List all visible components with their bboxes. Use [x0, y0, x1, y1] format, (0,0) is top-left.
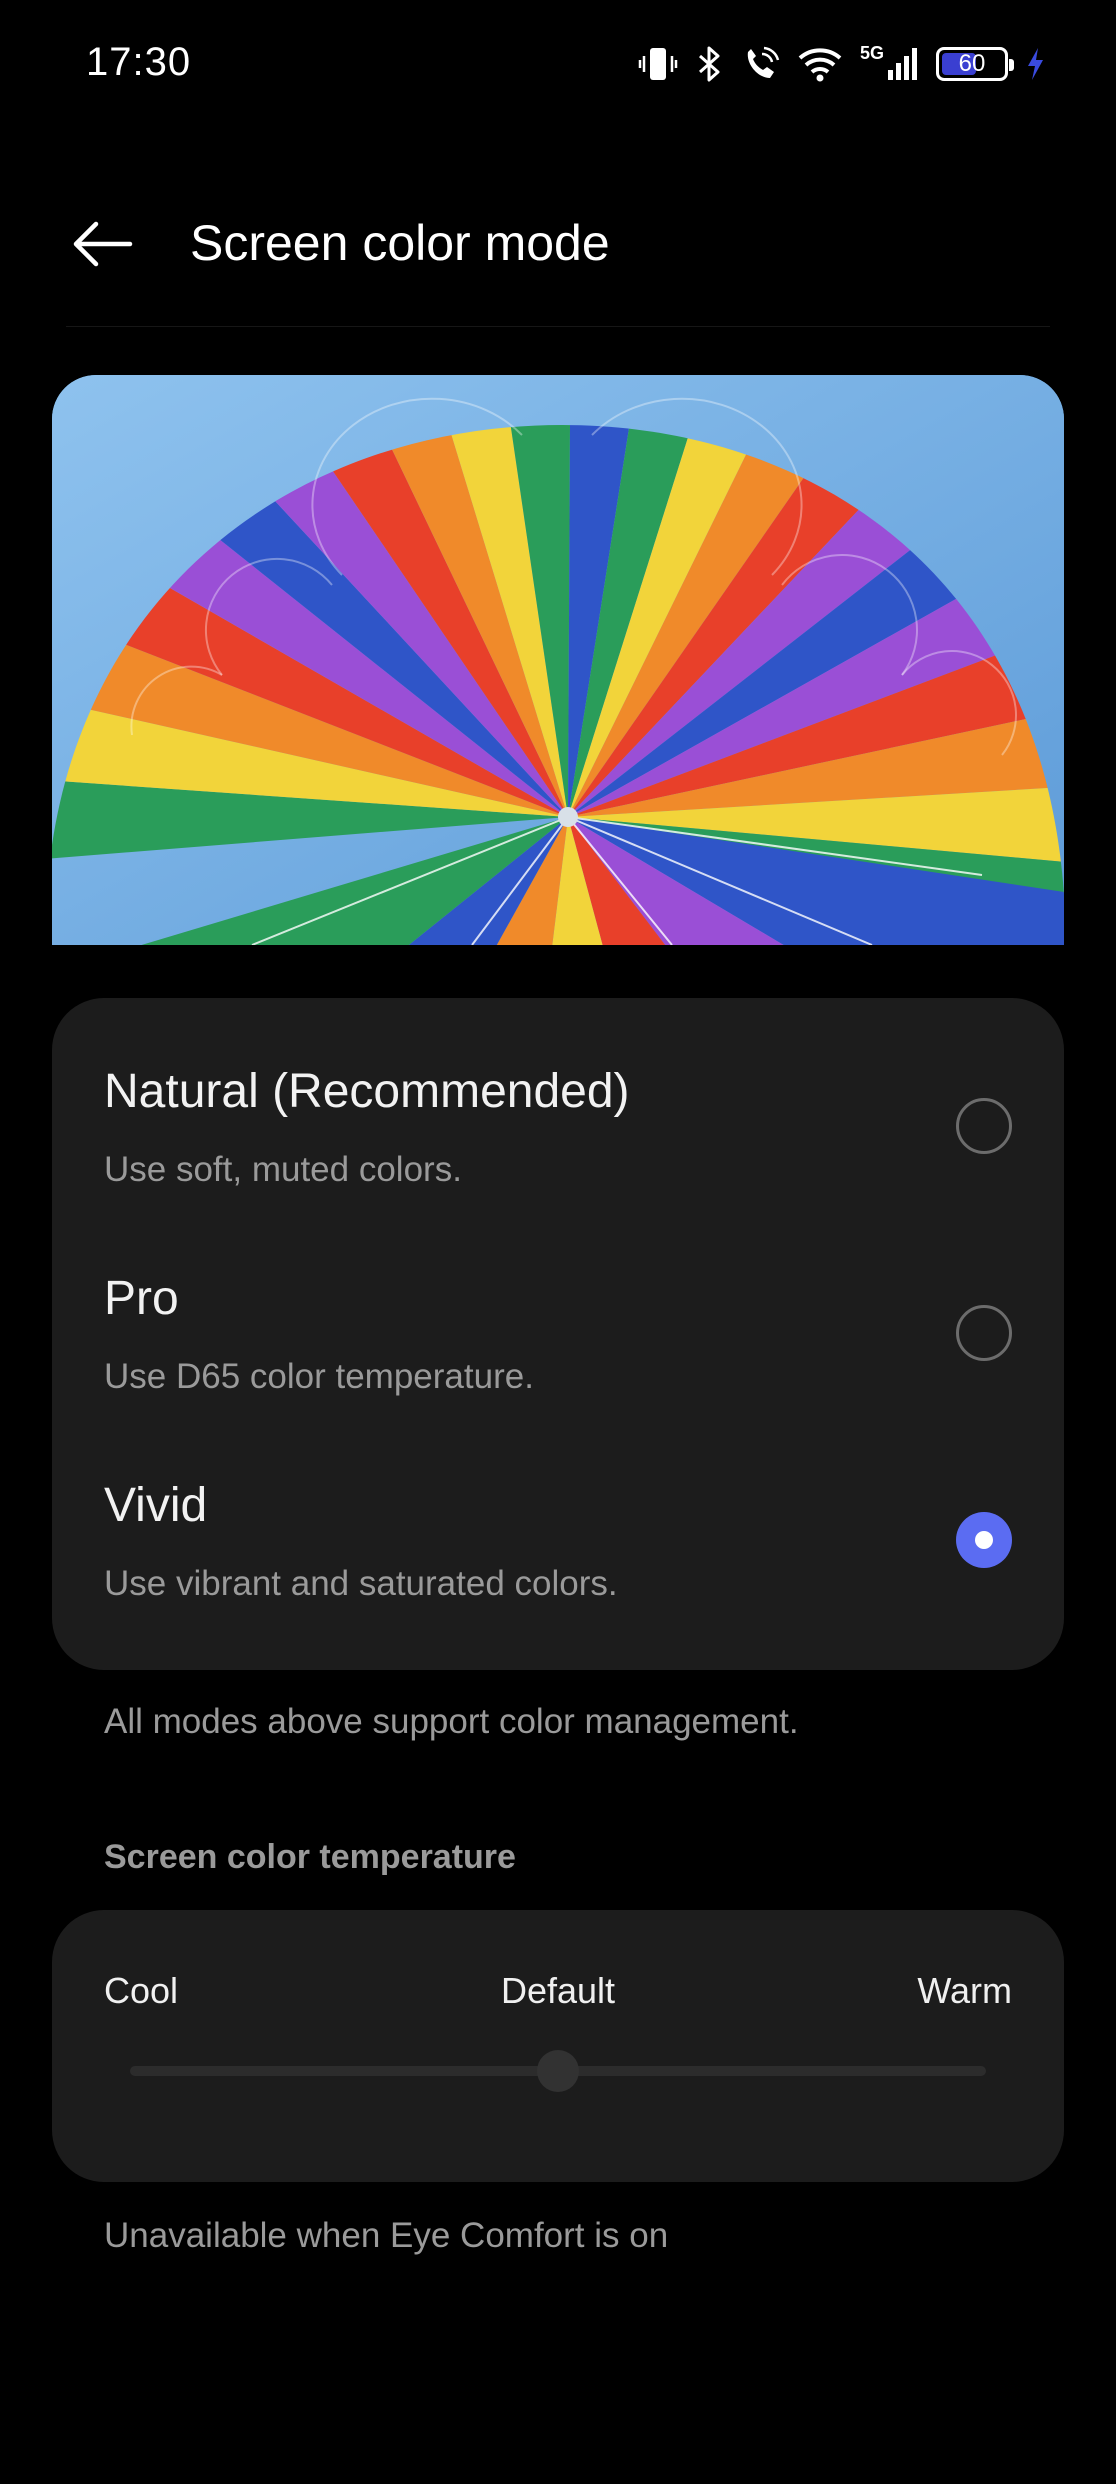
- color-preview-image: [52, 375, 1064, 945]
- mode-description: Use vibrant and saturated colors.: [104, 1564, 618, 1603]
- status-icons: 5G 60: [638, 40, 1046, 88]
- arrow-left-icon: [73, 221, 133, 267]
- radio-button[interactable]: [956, 1305, 1012, 1361]
- header-divider: [66, 326, 1050, 327]
- color-mode-card: Natural (Recommended) Use soft, muted co…: [52, 998, 1064, 1670]
- mode-option-natural[interactable]: Natural (Recommended) Use soft, muted co…: [52, 998, 1064, 1198]
- radio-button[interactable]: [956, 1098, 1012, 1154]
- mode-option-pro[interactable]: Pro Use D65 color temperature.: [52, 1205, 1064, 1405]
- slider-thumb[interactable]: [537, 2050, 579, 2092]
- bluetooth-icon: [698, 46, 720, 82]
- battery-level: 60: [958, 50, 986, 77]
- mode-title: Vivid: [104, 1479, 208, 1532]
- status-bar: 17:30 5G 60: [0, 0, 1116, 130]
- status-time: 17:30: [86, 40, 192, 84]
- network-type: 5G: [859, 43, 884, 63]
- page-title: Screen color mode: [190, 215, 610, 271]
- mode-title: Natural (Recommended): [104, 1065, 630, 1118]
- battery-icon: 60: [936, 47, 1014, 81]
- radio-button[interactable]: [956, 1512, 1012, 1568]
- vibrate-icon: [638, 48, 678, 80]
- color-temperature-slider[interactable]: [130, 2050, 986, 2092]
- color-management-note: All modes above support color management…: [104, 1702, 799, 1741]
- wifi-icon: [798, 48, 842, 82]
- default-label: Default: [500, 1970, 616, 2011]
- color-temperature-card: Cool Default Warm: [52, 1910, 1064, 2182]
- wifi-calling-icon: [747, 46, 780, 78]
- charging-icon: [1028, 48, 1043, 80]
- mode-title: Pro: [104, 1272, 179, 1325]
- warm-label: Warm: [917, 1970, 1012, 2011]
- section-heading: Screen color temperature: [104, 1838, 516, 1876]
- back-button[interactable]: [66, 214, 138, 274]
- mode-description: Use D65 color temperature.: [104, 1357, 534, 1396]
- mode-description: Use soft, muted colors.: [104, 1150, 462, 1189]
- eye-comfort-note: Unavailable when Eye Comfort is on: [104, 2216, 669, 2255]
- mode-option-vivid[interactable]: Vivid Use vibrant and saturated colors.: [52, 1412, 1064, 1612]
- app-header: Screen color mode: [0, 200, 1116, 290]
- cellular-signal-icon: 5G: [860, 44, 920, 84]
